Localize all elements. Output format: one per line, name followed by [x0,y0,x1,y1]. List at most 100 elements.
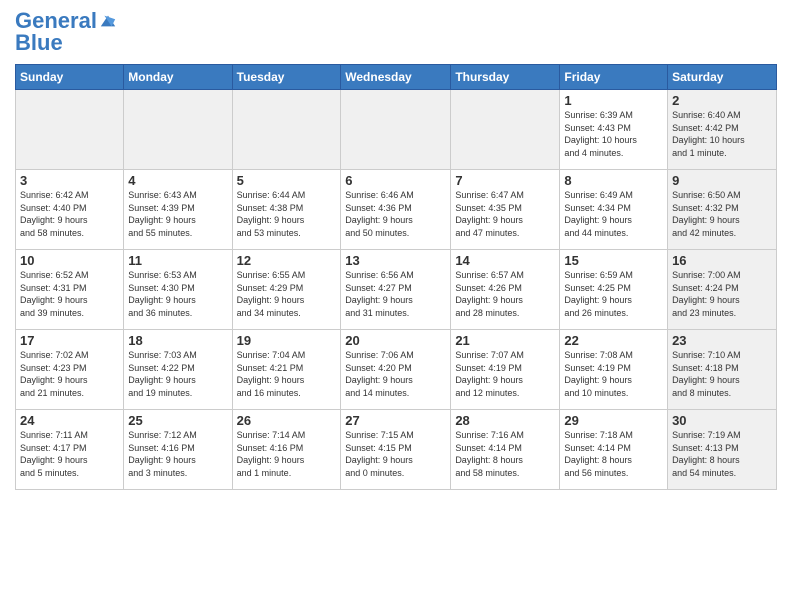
day-detail: Sunrise: 7:12 AM Sunset: 4:16 PM Dayligh… [128,429,227,479]
week-row-2: 3Sunrise: 6:42 AM Sunset: 4:40 PM Daylig… [16,170,777,250]
calendar-cell: 14Sunrise: 6:57 AM Sunset: 4:26 PM Dayli… [451,250,560,330]
day-number: 3 [20,173,119,188]
calendar-cell: 20Sunrise: 7:06 AM Sunset: 4:20 PM Dayli… [341,330,451,410]
calendar-cell: 21Sunrise: 7:07 AM Sunset: 4:19 PM Dayli… [451,330,560,410]
day-number: 7 [455,173,555,188]
logo: General Blue [15,10,117,56]
calendar-cell: 15Sunrise: 6:59 AM Sunset: 4:25 PM Dayli… [560,250,668,330]
logo-icon [99,12,117,30]
weekday-header-thursday: Thursday [451,65,560,90]
calendar-cell: 19Sunrise: 7:04 AM Sunset: 4:21 PM Dayli… [232,330,341,410]
day-number: 21 [455,333,555,348]
day-number: 6 [345,173,446,188]
calendar-cell: 22Sunrise: 7:08 AM Sunset: 4:19 PM Dayli… [560,330,668,410]
day-detail: Sunrise: 6:57 AM Sunset: 4:26 PM Dayligh… [455,269,555,319]
calendar-cell: 27Sunrise: 7:15 AM Sunset: 4:15 PM Dayli… [341,410,451,490]
day-number: 2 [672,93,772,108]
day-detail: Sunrise: 6:47 AM Sunset: 4:35 PM Dayligh… [455,189,555,239]
week-row-3: 10Sunrise: 6:52 AM Sunset: 4:31 PM Dayli… [16,250,777,330]
calendar-cell: 26Sunrise: 7:14 AM Sunset: 4:16 PM Dayli… [232,410,341,490]
day-detail: Sunrise: 7:08 AM Sunset: 4:19 PM Dayligh… [564,349,663,399]
day-number: 25 [128,413,227,428]
day-number: 19 [237,333,337,348]
week-row-1: 1Sunrise: 6:39 AM Sunset: 4:43 PM Daylig… [16,90,777,170]
day-number: 1 [564,93,663,108]
calendar-cell [232,90,341,170]
day-detail: Sunrise: 7:11 AM Sunset: 4:17 PM Dayligh… [20,429,119,479]
calendar-cell: 7Sunrise: 6:47 AM Sunset: 4:35 PM Daylig… [451,170,560,250]
calendar-cell: 9Sunrise: 6:50 AM Sunset: 4:32 PM Daylig… [668,170,777,250]
calendar-page: General Blue SundayMondayTuesdayWednesda… [0,0,792,612]
day-detail: Sunrise: 7:10 AM Sunset: 4:18 PM Dayligh… [672,349,772,399]
calendar-cell: 30Sunrise: 7:19 AM Sunset: 4:13 PM Dayli… [668,410,777,490]
day-detail: Sunrise: 6:49 AM Sunset: 4:34 PM Dayligh… [564,189,663,239]
day-number: 4 [128,173,227,188]
day-detail: Sunrise: 6:40 AM Sunset: 4:42 PM Dayligh… [672,109,772,159]
calendar-cell: 25Sunrise: 7:12 AM Sunset: 4:16 PM Dayli… [124,410,232,490]
day-detail: Sunrise: 7:18 AM Sunset: 4:14 PM Dayligh… [564,429,663,479]
weekday-header-saturday: Saturday [668,65,777,90]
week-row-5: 24Sunrise: 7:11 AM Sunset: 4:17 PM Dayli… [16,410,777,490]
calendar-cell: 4Sunrise: 6:43 AM Sunset: 4:39 PM Daylig… [124,170,232,250]
week-row-4: 17Sunrise: 7:02 AM Sunset: 4:23 PM Dayli… [16,330,777,410]
logo-blue: Blue [15,30,63,56]
calendar-cell: 1Sunrise: 6:39 AM Sunset: 4:43 PM Daylig… [560,90,668,170]
day-detail: Sunrise: 7:02 AM Sunset: 4:23 PM Dayligh… [20,349,119,399]
day-number: 16 [672,253,772,268]
day-detail: Sunrise: 6:43 AM Sunset: 4:39 PM Dayligh… [128,189,227,239]
calendar-cell: 18Sunrise: 7:03 AM Sunset: 4:22 PM Dayli… [124,330,232,410]
weekday-header-sunday: Sunday [16,65,124,90]
calendar-cell: 12Sunrise: 6:55 AM Sunset: 4:29 PM Dayli… [232,250,341,330]
day-number: 29 [564,413,663,428]
calendar-cell [451,90,560,170]
day-detail: Sunrise: 6:56 AM Sunset: 4:27 PM Dayligh… [345,269,446,319]
day-detail: Sunrise: 6:50 AM Sunset: 4:32 PM Dayligh… [672,189,772,239]
day-number: 20 [345,333,446,348]
day-detail: Sunrise: 6:39 AM Sunset: 4:43 PM Dayligh… [564,109,663,159]
day-number: 28 [455,413,555,428]
day-number: 27 [345,413,446,428]
day-number: 10 [20,253,119,268]
calendar-cell [124,90,232,170]
day-number: 24 [20,413,119,428]
day-number: 17 [20,333,119,348]
day-number: 26 [237,413,337,428]
day-number: 5 [237,173,337,188]
day-number: 14 [455,253,555,268]
weekday-header-wednesday: Wednesday [341,65,451,90]
day-number: 13 [345,253,446,268]
day-number: 18 [128,333,227,348]
day-number: 8 [564,173,663,188]
day-detail: Sunrise: 6:55 AM Sunset: 4:29 PM Dayligh… [237,269,337,319]
weekday-header-tuesday: Tuesday [232,65,341,90]
calendar-cell: 23Sunrise: 7:10 AM Sunset: 4:18 PM Dayli… [668,330,777,410]
logo-text: General [15,10,97,32]
calendar-cell: 8Sunrise: 6:49 AM Sunset: 4:34 PM Daylig… [560,170,668,250]
calendar-table: SundayMondayTuesdayWednesdayThursdayFrid… [15,64,777,490]
day-detail: Sunrise: 7:19 AM Sunset: 4:13 PM Dayligh… [672,429,772,479]
calendar-cell [341,90,451,170]
calendar-cell: 2Sunrise: 6:40 AM Sunset: 4:42 PM Daylig… [668,90,777,170]
calendar-cell: 3Sunrise: 6:42 AM Sunset: 4:40 PM Daylig… [16,170,124,250]
weekday-header-monday: Monday [124,65,232,90]
calendar-cell: 6Sunrise: 6:46 AM Sunset: 4:36 PM Daylig… [341,170,451,250]
day-detail: Sunrise: 6:42 AM Sunset: 4:40 PM Dayligh… [20,189,119,239]
day-detail: Sunrise: 6:59 AM Sunset: 4:25 PM Dayligh… [564,269,663,319]
calendar-cell: 10Sunrise: 6:52 AM Sunset: 4:31 PM Dayli… [16,250,124,330]
day-detail: Sunrise: 7:04 AM Sunset: 4:21 PM Dayligh… [237,349,337,399]
calendar-cell: 5Sunrise: 6:44 AM Sunset: 4:38 PM Daylig… [232,170,341,250]
calendar-cell: 17Sunrise: 7:02 AM Sunset: 4:23 PM Dayli… [16,330,124,410]
day-number: 23 [672,333,772,348]
day-detail: Sunrise: 7:00 AM Sunset: 4:24 PM Dayligh… [672,269,772,319]
calendar-cell: 13Sunrise: 6:56 AM Sunset: 4:27 PM Dayli… [341,250,451,330]
day-detail: Sunrise: 6:52 AM Sunset: 4:31 PM Dayligh… [20,269,119,319]
day-detail: Sunrise: 6:44 AM Sunset: 4:38 PM Dayligh… [237,189,337,239]
day-detail: Sunrise: 7:15 AM Sunset: 4:15 PM Dayligh… [345,429,446,479]
day-detail: Sunrise: 7:16 AM Sunset: 4:14 PM Dayligh… [455,429,555,479]
day-detail: Sunrise: 6:46 AM Sunset: 4:36 PM Dayligh… [345,189,446,239]
day-detail: Sunrise: 7:03 AM Sunset: 4:22 PM Dayligh… [128,349,227,399]
day-number: 22 [564,333,663,348]
calendar-cell: 16Sunrise: 7:00 AM Sunset: 4:24 PM Dayli… [668,250,777,330]
day-number: 9 [672,173,772,188]
day-detail: Sunrise: 6:53 AM Sunset: 4:30 PM Dayligh… [128,269,227,319]
